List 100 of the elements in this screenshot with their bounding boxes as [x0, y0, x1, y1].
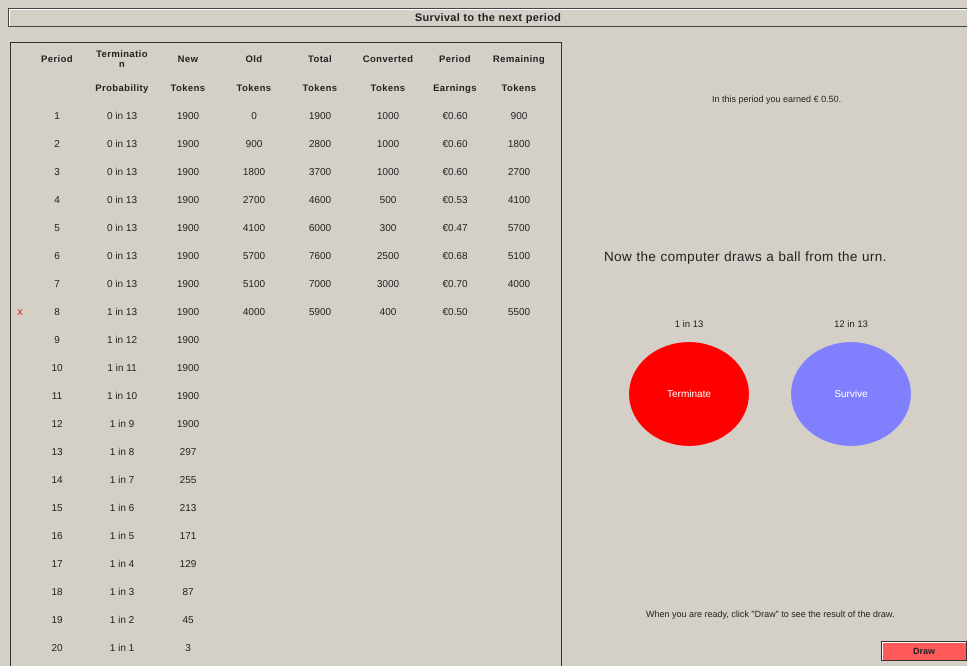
table-cell: 0: [251, 110, 257, 122]
table-cell: 4000: [242, 306, 266, 318]
table-cell: 1: [54, 110, 60, 122]
table-cell: 17: [51, 558, 63, 570]
table-cell: 2500: [376, 250, 400, 262]
column-header: Old: [245, 53, 263, 67]
table-cell: 3: [185, 642, 191, 654]
table-cell: 2800: [308, 138, 332, 150]
table-cell: 297: [180, 446, 196, 458]
table-cell: 4100: [242, 222, 266, 234]
table-cell: 20: [51, 642, 63, 654]
column-header: Tokens: [170, 82, 206, 96]
ball-label: Survive: [834, 388, 868, 400]
table-cell: 1900: [176, 138, 200, 150]
column-header: Period: [41, 53, 73, 67]
table-cell: 7600: [308, 250, 332, 262]
table-cell: 129: [180, 558, 196, 570]
instruction-text: When you are ready, click "Draw" to see the result of the draw.: [646, 609, 896, 619]
table-cell: 4100: [508, 194, 530, 206]
table-cell: 1 in 2: [110, 614, 134, 626]
table-cell: 5: [54, 222, 60, 234]
table-cell: 1000: [376, 138, 400, 150]
column-header: Probability: [95, 82, 149, 96]
ball-odds: 1 in 13: [674, 319, 704, 330]
table-cell: 1900: [176, 166, 200, 178]
column-header: Total: [308, 53, 332, 67]
table-cell: 2700: [508, 166, 530, 178]
table-cell: 1 in 3: [110, 586, 134, 598]
table-cell: €0.60: [442, 110, 468, 122]
table-cell: 5700: [508, 222, 530, 234]
table-cell: 6: [54, 250, 60, 262]
table-cell: 7: [54, 278, 60, 290]
table-cell: 1 in 9: [110, 418, 134, 430]
table-cell: 1 in 11: [107, 362, 137, 374]
table-cell: 4600: [308, 194, 332, 206]
table-cell: 500: [380, 194, 396, 206]
table-cell: 11: [52, 390, 62, 402]
window-title: Survival to the next period: [414, 12, 562, 24]
ball-label: Terminate: [667, 388, 711, 400]
column-header: Tokens: [370, 82, 406, 96]
table-cell: €0.60: [442, 166, 468, 178]
table-cell: 900: [246, 138, 262, 150]
draw-message: Now the computer draws a ball from the urn.: [604, 249, 888, 264]
table-cell: 3: [54, 166, 60, 178]
table-cell: 4000: [508, 278, 530, 290]
column-header: Tokens: [302, 82, 338, 96]
table-cell: 2: [54, 138, 60, 150]
column-header: New: [178, 53, 198, 67]
column-header: Earnings: [433, 82, 477, 96]
table-cell: 1 in 1: [110, 642, 134, 654]
table-cell: 255: [180, 474, 196, 486]
table-cell: 1000: [376, 110, 400, 122]
table-cell: 0 in 13: [106, 166, 138, 178]
table-cell: 1900: [176, 110, 200, 122]
table-cell: 13: [51, 446, 63, 458]
column-header: Tokens: [502, 82, 536, 96]
table-cell: 1900: [176, 194, 200, 206]
table-cell: 1900: [176, 306, 200, 318]
column-header: Tokens: [236, 82, 272, 96]
table-cell: 1900: [176, 334, 200, 346]
table-cell: 4: [54, 194, 60, 206]
table-cell: 5700: [242, 250, 266, 262]
table-cell: 10: [51, 362, 63, 374]
table-cell: 19: [51, 614, 63, 626]
table-cell: 9: [54, 334, 60, 346]
table-cell: 7000: [308, 278, 332, 290]
table-cell: 1900: [176, 390, 200, 402]
table-cell: 15: [51, 502, 63, 514]
table-cell: 0 in 13: [106, 222, 138, 234]
table-cell: 1800: [242, 166, 266, 178]
table-cell: 1 in 10: [106, 390, 138, 402]
table-cell: 1800: [508, 138, 530, 150]
table-cell: 8: [54, 306, 60, 318]
table-cell: 14: [51, 474, 63, 486]
table-cell: 16: [51, 530, 63, 542]
table-cell: 5500: [508, 306, 530, 318]
table-cell: 3700: [308, 166, 332, 178]
column-header: Converted: [362, 53, 414, 67]
table-cell: 1900: [176, 362, 200, 374]
table-cell: €0.50: [442, 306, 468, 318]
draw-button[interactable]: Draw: [881, 641, 967, 661]
table-cell: 1 in 8: [110, 446, 134, 458]
table-cell: 0 in 13: [106, 110, 138, 122]
table-cell: 1900: [176, 278, 200, 290]
column-header: Period: [439, 53, 471, 67]
table-cell: 0 in 13: [106, 278, 138, 290]
table-cell: 1 in 13: [106, 306, 138, 318]
table-cell: 5100: [242, 278, 266, 290]
table-cell: 45: [182, 614, 194, 626]
row-marker: x: [17, 306, 23, 318]
table-cell: 87: [182, 586, 194, 598]
table-cell: 2700: [242, 194, 266, 206]
table-cell: 0 in 13: [106, 138, 138, 150]
column-header: Termination: [95, 48, 149, 72]
table-cell: 1900: [176, 418, 200, 430]
table-cell: 0 in 13: [106, 250, 138, 262]
table-cell: 18: [51, 586, 63, 598]
table-cell: 5100: [508, 250, 530, 262]
table-cell: €0.47: [442, 222, 468, 234]
table-cell: 1 in 12: [106, 334, 138, 346]
